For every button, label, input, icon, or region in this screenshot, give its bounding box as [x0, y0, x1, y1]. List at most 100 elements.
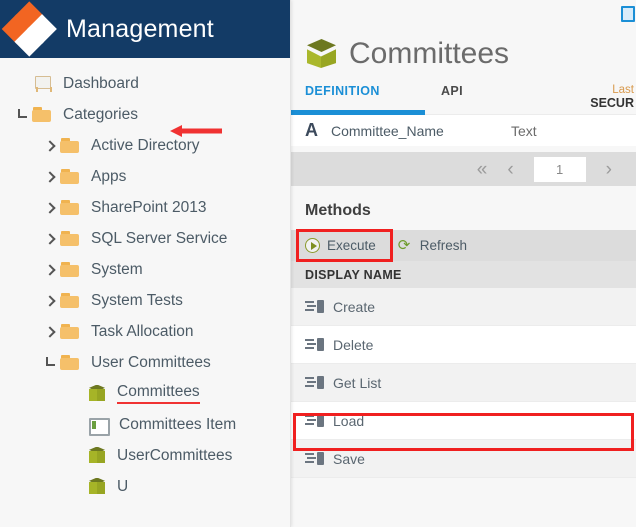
refresh-icon: ⟳ [397, 237, 411, 254]
document-badge-icon[interactable] [621, 6, 635, 22]
sidebar-item-label: Committees Item [119, 415, 237, 433]
sidebar-item-system[interactable]: System [0, 254, 290, 285]
page-number-input[interactable] [533, 156, 586, 182]
sidebar-item-label: Committees [117, 383, 200, 404]
sidebar-item-user-committees[interactable]: User Committees [0, 347, 290, 378]
sidebar-item-label: User Committees [91, 353, 211, 371]
refresh-label: Refresh [419, 238, 468, 253]
prev-page-button[interactable]: ‹ [507, 160, 513, 179]
sidebar-item-label: SQL Server Service [91, 229, 228, 247]
methods-heading: Methods [291, 186, 636, 230]
expand-toggle-icon[interactable] [40, 139, 60, 153]
method-label: Create [333, 298, 376, 315]
sidebar-item-label: Categories [63, 105, 138, 123]
method-icon [305, 299, 324, 314]
expand-toggle-icon[interactable] [40, 232, 60, 246]
cube-icon [305, 37, 339, 71]
field-type: Text [511, 122, 537, 139]
cube-icon [88, 384, 108, 403]
first-page-button[interactable]: « [477, 160, 488, 179]
page-title: Committees [349, 37, 510, 70]
folder-icon [60, 199, 82, 217]
cube-icon [88, 477, 108, 496]
sidebar-item-system-tests[interactable]: System Tests [0, 285, 290, 316]
sidebar-item-label: System [91, 260, 143, 278]
sidebar-item-label: Apps [91, 167, 127, 185]
methods-list: Create Delete Get List Load Save [291, 288, 636, 478]
folder-icon [60, 292, 82, 310]
sidebar-item-usercommittees[interactable]: UserCommittees [0, 440, 290, 471]
methods-toolbar: Execute ⟳ Refresh [291, 229, 636, 262]
folder-icon [60, 354, 82, 372]
execute-button[interactable]: Execute [305, 238, 376, 253]
method-icon [305, 337, 324, 352]
main-top-strip [291, 0, 636, 30]
folder-icon [60, 323, 82, 341]
field-row[interactable]: A Committee_Name Text [291, 114, 636, 146]
item-icon [88, 416, 110, 436]
cube-icon [88, 446, 108, 465]
method-label: Delete [333, 336, 374, 353]
expand-toggle-icon[interactable] [40, 294, 60, 308]
tab-api[interactable]: API [441, 78, 561, 98]
folder-icon [60, 261, 82, 279]
folder-icon [60, 230, 82, 248]
expand-toggle-icon[interactable] [40, 325, 60, 339]
method-row[interactable]: Get List [291, 364, 636, 402]
main-panel: Committees DEFINITION API SECUR LastSECU… [291, 0, 636, 527]
collapse-toggle-icon[interactable] [12, 108, 32, 122]
sidebar-item-active-directory[interactable]: Active Directory [0, 130, 290, 161]
field-name: Committee_Name [331, 122, 444, 139]
dashboard-icon [32, 75, 54, 93]
sidebar-item-sql-server-service[interactable]: SQL Server Service [0, 223, 290, 254]
tab-security-text[interactable]: SECUR [590, 96, 634, 110]
method-row[interactable]: Create [291, 288, 636, 326]
sidebar-item-u[interactable]: U [0, 471, 290, 502]
sidebar-item-committees-item[interactable]: Committees Item [0, 409, 290, 440]
tab-bar: DEFINITION API SECUR LastSECUR [291, 78, 636, 115]
method-label: Save [333, 450, 365, 467]
collapse-toggle-icon[interactable] [40, 356, 60, 370]
sidebar-item-label: Active Directory [91, 136, 200, 154]
expand-toggle-icon[interactable] [40, 170, 60, 184]
method-icon [305, 413, 324, 428]
sidebar-item-label: Task Allocation [91, 322, 194, 340]
refresh-button[interactable]: ⟳ Refresh [398, 238, 467, 253]
sidebar-item-categories[interactable]: Categories [0, 99, 290, 130]
sidebar-item-label: System Tests [91, 291, 183, 309]
method-row[interactable]: Load [291, 402, 636, 440]
sidebar: Management Dashboard Categories Active Dir… [0, 0, 291, 527]
sidebar-item-task-allocation[interactable]: Task Allocation [0, 316, 290, 347]
last-modified-text: Last [612, 84, 634, 96]
sidebar-item-committees[interactable]: Committees [0, 378, 290, 409]
method-icon [305, 375, 324, 390]
app-title: Management [66, 14, 214, 43]
app-window: Management Dashboard Categories Active Dir… [0, 0, 636, 527]
x-logo-icon [1, 1, 57, 57]
tab-definition[interactable]: DEFINITION [305, 78, 441, 98]
sidebar-item-apps[interactable]: Apps [0, 161, 290, 192]
next-page-button[interactable]: › [606, 160, 612, 179]
sidebar-item-dashboard[interactable]: Dashboard [0, 68, 290, 99]
text-type-icon: A [305, 120, 318, 140]
entity-header: Committees [291, 30, 636, 78]
method-label: Get List [333, 374, 382, 391]
folder-icon [60, 137, 82, 155]
folder-icon [60, 168, 82, 186]
sidebar-item-sharepoint-2013[interactable]: SharePoint 2013 [0, 192, 290, 223]
play-icon [305, 238, 320, 253]
sidebar-item-label: UserCommittees [117, 446, 233, 464]
pager: « ‹ › [291, 152, 636, 186]
method-label: Load [333, 412, 365, 429]
sidebar-header: Management [0, 0, 290, 58]
sidebar-item-label: Dashboard [63, 74, 139, 92]
sidebar-item-label: SharePoint 2013 [91, 198, 207, 216]
method-row[interactable]: Save [291, 440, 636, 478]
execute-label: Execute [327, 238, 376, 253]
active-tab-indicator [291, 110, 425, 115]
navigation-tree: Dashboard Categories Active Directory Apps S… [0, 58, 290, 502]
expand-toggle-icon[interactable] [40, 263, 60, 277]
expand-toggle-icon[interactable] [40, 201, 60, 215]
last-modified-label: Last SECUR [590, 84, 634, 110]
method-row[interactable]: Delete [291, 326, 636, 364]
